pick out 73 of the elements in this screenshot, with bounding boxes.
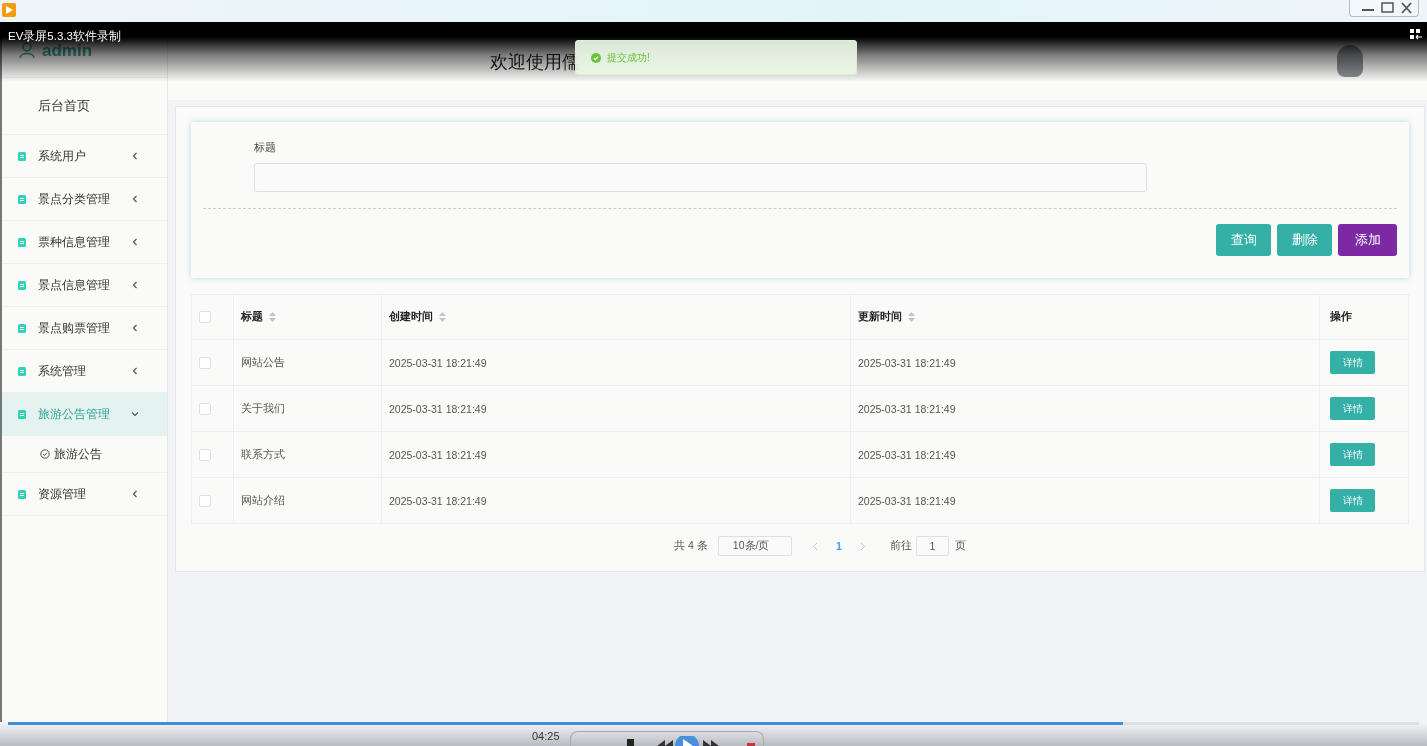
video-progress-track[interactable]: [8, 722, 1419, 725]
table-cell: 2025-03-31 18:21:49: [389, 448, 487, 461]
user-icon: [18, 41, 36, 59]
document-icon: [18, 194, 26, 204]
sort-icon[interactable]: [439, 312, 446, 322]
goto-page-field[interactable]: 1: [915, 536, 949, 556]
table-cell: 关于我们: [241, 401, 285, 416]
table-cell: 2025-03-31 18:21:49: [858, 448, 956, 461]
column-header[interactable]: 标题: [241, 310, 276, 324]
next-page-icon[interactable]: [859, 541, 866, 551]
document-icon: [18, 366, 26, 376]
page-suffix: 页: [954, 539, 966, 553]
chevron-left-icon: [131, 195, 139, 203]
sort-icon[interactable]: [908, 312, 915, 322]
avatar-placeholder: [1337, 45, 1363, 77]
table-cell: 2025-03-31 18:21:49: [858, 356, 956, 369]
chevron-left-icon: [131, 152, 139, 160]
goto-label: 前往: [889, 539, 912, 553]
table-cell: 2025-03-31 18:21:49: [389, 494, 487, 507]
recording-title: EV录屏5.3.3软件录制: [8, 29, 121, 44]
submenu-label: 旅游公告: [54, 445, 102, 463]
document-icon: [18, 323, 26, 333]
row-checkbox[interactable]: [199, 402, 211, 415]
menu-item[interactable]: 景点购票管理: [2, 307, 167, 350]
prev-page-icon[interactable]: [811, 541, 818, 551]
toast-message: 提交成功!: [607, 50, 650, 65]
chevron-left-icon: [131, 324, 139, 332]
check-circle-icon: [40, 449, 50, 459]
sort-icon[interactable]: [269, 312, 276, 322]
menu-item[interactable]: 景点分类管理: [2, 178, 167, 221]
document-icon: [18, 280, 26, 290]
table-cell: 2025-03-31 18:21:49: [858, 494, 956, 507]
submenu-item[interactable]: 旅游公告: [2, 436, 167, 473]
row-checkbox[interactable]: [199, 494, 211, 507]
row-checkbox[interactable]: [199, 356, 211, 369]
document-icon: [18, 151, 26, 161]
page-size-select[interactable]: 10条/页: [717, 536, 792, 556]
playback-controls[interactable]: [569, 731, 764, 746]
table-cell: 2025-03-31 18:21:49: [858, 402, 956, 415]
chevron-left-icon: [131, 238, 139, 246]
menu-item[interactable]: 系统用户: [2, 135, 167, 178]
column-header[interactable]: 更新时间: [858, 310, 915, 324]
row-checkbox[interactable]: [199, 448, 211, 461]
chevron-left-icon: [131, 367, 139, 375]
menu-item[interactable]: 景点信息管理: [2, 264, 167, 307]
table-cell: 2025-03-31 18:21:49: [389, 402, 487, 415]
menu-item[interactable]: 资源管理: [2, 473, 167, 516]
column-header: 操作: [1330, 310, 1352, 324]
select-all-checkbox[interactable]: [199, 311, 211, 323]
chevron-left-icon: [131, 490, 139, 498]
table-cell: 2025-03-31 18:21:49: [389, 356, 487, 369]
playback-time: 04:25: [532, 729, 560, 742]
table-cell: 网站介绍: [241, 493, 285, 508]
chevron-left-icon: [131, 281, 139, 289]
chevron-down-icon: [131, 410, 139, 418]
fullscreen-toggle-icon[interactable]: [1410, 29, 1422, 41]
page-title: 欢迎使用儒: [490, 51, 580, 74]
document-icon: [18, 237, 26, 247]
table-cell: 联系方式: [241, 447, 285, 462]
column-header[interactable]: 创建时间: [389, 310, 446, 324]
document-icon: [18, 409, 26, 419]
success-check-icon: [591, 52, 601, 63]
player-app-icon: [2, 3, 16, 17]
window-controls[interactable]: [1349, 0, 1419, 17]
menu-item[interactable]: 票种信息管理: [2, 221, 167, 264]
action-button[interactable]: 添加: [1338, 224, 1397, 256]
table-cell: 网站公告: [241, 355, 285, 370]
total-count: 共 4 条: [674, 539, 708, 553]
title-input-field[interactable]: [254, 163, 1147, 192]
menu-item[interactable]: 后台首页: [2, 78, 167, 135]
admin-username: admin: [42, 42, 93, 59]
field-label: 标题: [254, 140, 277, 155]
document-icon: [18, 489, 26, 499]
